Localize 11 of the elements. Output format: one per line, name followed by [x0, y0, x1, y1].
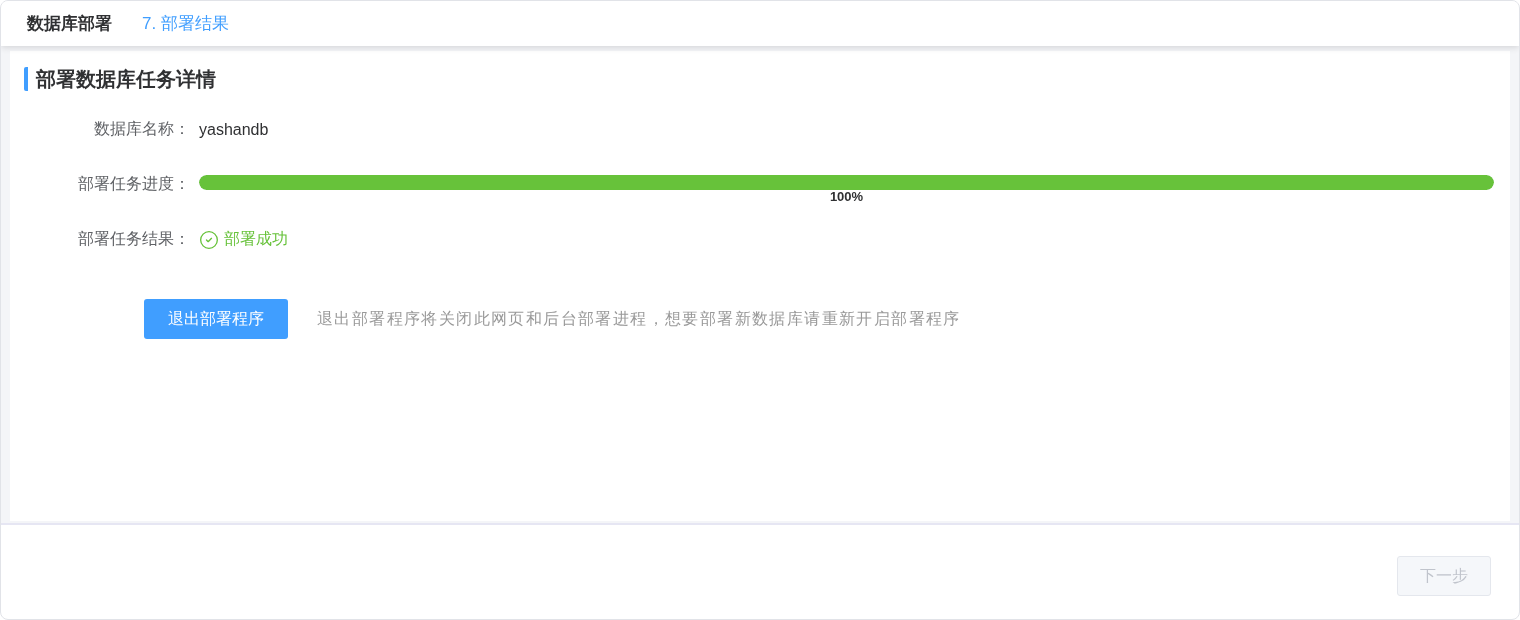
field-value: yashandb	[199, 120, 269, 139]
section-title: 部署数据库任务详情	[24, 67, 216, 91]
page-title: 数据库部署	[27, 13, 112, 35]
status-text: 部署成功	[224, 229, 288, 249]
field-label: 部署任务进度：	[78, 174, 190, 194]
step-label: 7. 部署结果	[142, 13, 229, 35]
exit-button[interactable]: 退出部署程序	[144, 299, 288, 339]
field-label: 数据库名称：	[94, 119, 190, 139]
hint-text: 退出部署程序将关闭此网页和后台部署进程，想要部署新数据库请重新开启部署程序	[317, 308, 961, 329]
progress-percentage: 100%	[829, 190, 864, 204]
field-label: 部署任务结果：	[78, 229, 190, 249]
